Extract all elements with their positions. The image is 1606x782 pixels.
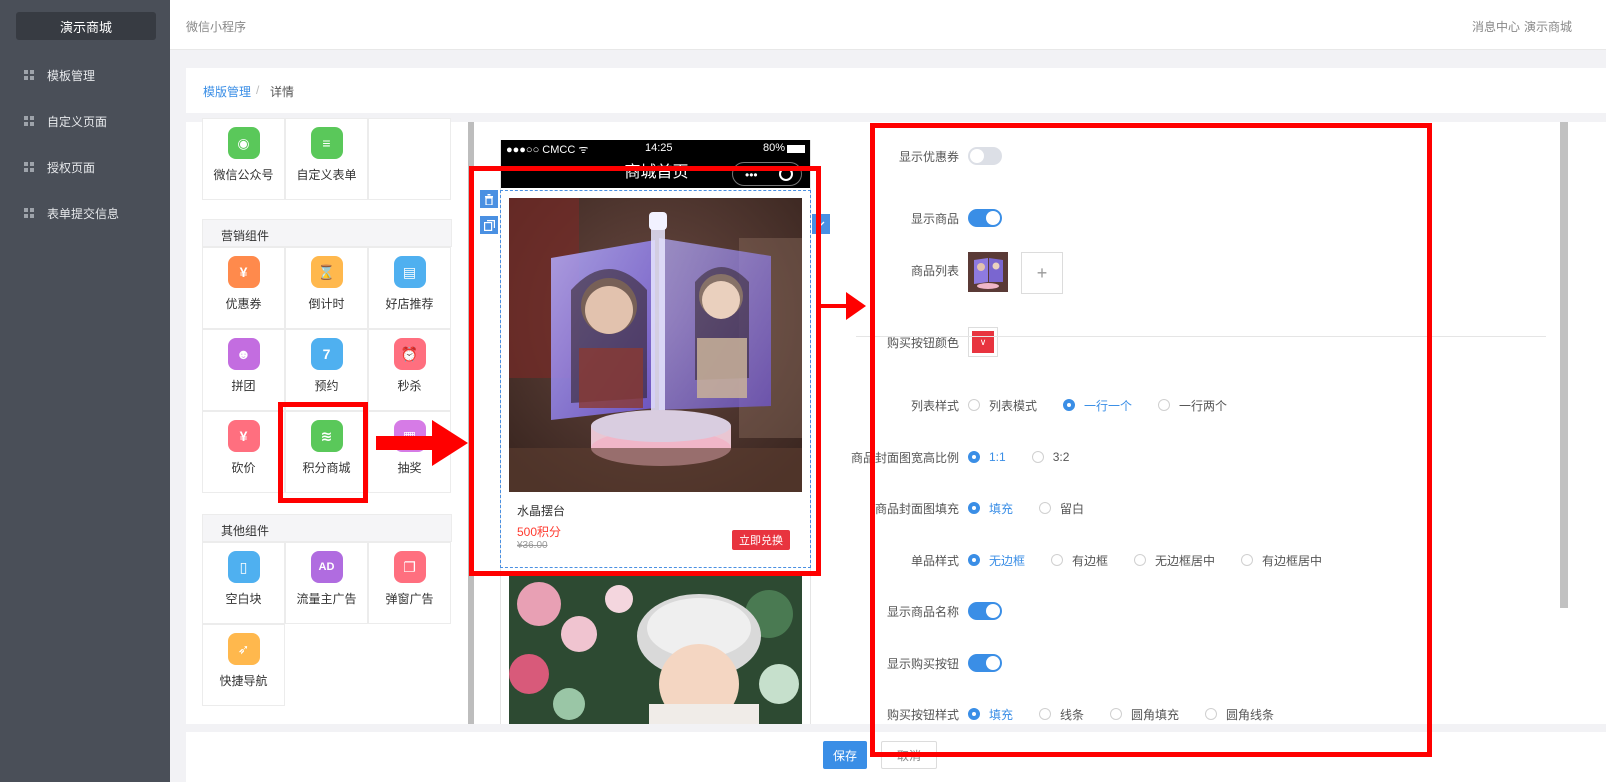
save-button[interactable]: 保存	[823, 741, 867, 769]
component-label: 弹窗广告	[385, 592, 434, 606]
sidebar-item-custom-pages[interactable]: 自定义页面	[0, 104, 170, 138]
settings-scrollbar[interactable]	[1560, 122, 1568, 608]
app-title: 微信小程序	[186, 20, 247, 34]
topbar: 微信小程序 消息中心 演示商城	[170, 0, 1606, 50]
component-label: 拼团	[231, 379, 256, 393]
component-shop-recommend[interactable]: ▤ 好店推荐	[368, 247, 451, 329]
blank-icon: ▯	[227, 551, 260, 583]
calendar-icon: 7	[310, 338, 343, 370]
breadcrumb: 模版管理 / 详情	[186, 68, 1606, 113]
component-label: 快捷导航	[219, 674, 268, 688]
component-group-buy[interactable]: ☻ 拼团	[202, 329, 285, 411]
annotation-box-preview	[469, 166, 821, 576]
component-quick-nav[interactable]: ➶ 快捷导航	[202, 624, 285, 706]
phone-status-bar: ●●●○○ CMCC ᯤ 14:25 80%	[501, 140, 810, 158]
product-image-baby	[509, 574, 802, 734]
component-label: 优惠券	[225, 297, 262, 311]
component-custom-form[interactable]: ≡ 自定义表单	[285, 118, 368, 200]
component-label: 倒计时	[308, 297, 345, 311]
component-label: 微信公众号	[213, 168, 274, 182]
annotation-box-points-mall	[278, 402, 368, 503]
component-label: 自定义表单	[296, 168, 357, 182]
brand-logo[interactable]: 演示商城	[16, 12, 156, 40]
grid-icon	[24, 162, 34, 172]
breadcrumb-separator: /	[256, 83, 260, 97]
sidebar-item-auth-page[interactable]: 授权页面	[0, 150, 170, 184]
sidebar-item-label: 自定义页面	[47, 114, 108, 129]
breadcrumb-current: 详情	[270, 85, 295, 99]
shop-icon: ▤	[393, 256, 426, 288]
compass-icon: ➶	[227, 633, 260, 665]
component-label: 秒杀	[397, 379, 422, 393]
group-icon: ☻	[227, 338, 260, 370]
carrier-signal: ●●●○○ CMCC ᯤ	[506, 144, 589, 156]
form-icon: ≡	[310, 127, 343, 159]
component-blank-block[interactable]: ▯ 空白块	[202, 542, 285, 624]
battery-percent: 80%	[763, 142, 786, 154]
annotation-arrow-icon	[820, 292, 866, 320]
component-label: 空白块	[225, 592, 262, 606]
component-label: 流量主广告	[296, 592, 357, 606]
component-popup-ad[interactable]: ❐ 弹窗广告	[368, 542, 451, 624]
sidebar-item-label: 表单提交信息	[47, 206, 120, 221]
component-label: 好店推荐	[385, 297, 434, 311]
store-menu[interactable]: 演示商城	[1524, 18, 1602, 35]
status-time: 14:25	[645, 142, 673, 154]
sidebar-item-label: 模板管理	[47, 68, 96, 83]
sidebar: 演示商城 模板管理 自定义页面 授权页面 表单提交信息	[0, 0, 170, 782]
bargain-icon: ¥	[227, 420, 260, 452]
coupon-icon: ¥	[227, 256, 260, 288]
battery-icon	[787, 145, 805, 153]
popup-icon: ❐	[393, 551, 426, 583]
sidebar-item-form-submissions[interactable]: 表单提交信息	[0, 196, 170, 230]
hourglass-icon: ⌛	[310, 256, 343, 288]
other-group-title: 其他组件	[202, 514, 452, 542]
component-appointment[interactable]: 7 预约	[285, 329, 368, 411]
grid-icon	[24, 70, 34, 80]
component-traffic-ad[interactable]: AD 流量主广告	[285, 542, 368, 624]
sidebar-item-label: 授权页面	[47, 160, 96, 175]
component-label: 砍价	[231, 461, 256, 475]
breadcrumb-parent-link[interactable]: 模版管理	[203, 83, 251, 100]
component-countdown[interactable]: ⌛ 倒计时	[285, 247, 368, 329]
wechat-icon: ◉	[227, 127, 260, 159]
component-label: 预约	[314, 379, 339, 393]
component-wechat-official[interactable]: ◉ 微信公众号	[202, 118, 285, 200]
alarm-clock-icon: ⏰	[393, 338, 426, 370]
component-empty-slot	[368, 118, 451, 200]
ad-icon: AD	[310, 551, 343, 583]
sidebar-item-templates[interactable]: 模板管理	[0, 58, 170, 92]
component-bargain[interactable]: ¥ 砍价	[202, 411, 285, 493]
marketing-group-title: 营销组件	[202, 219, 452, 247]
annotation-arrow-icon	[376, 420, 468, 466]
grid-icon	[24, 116, 34, 126]
message-center-link[interactable]: 消息中心	[1472, 18, 1520, 35]
annotation-box-settings	[870, 123, 1432, 757]
component-coupon[interactable]: ¥ 优惠券	[202, 247, 285, 329]
grid-icon	[24, 208, 34, 218]
component-flash-sale[interactable]: ⏰ 秒杀	[368, 329, 451, 411]
